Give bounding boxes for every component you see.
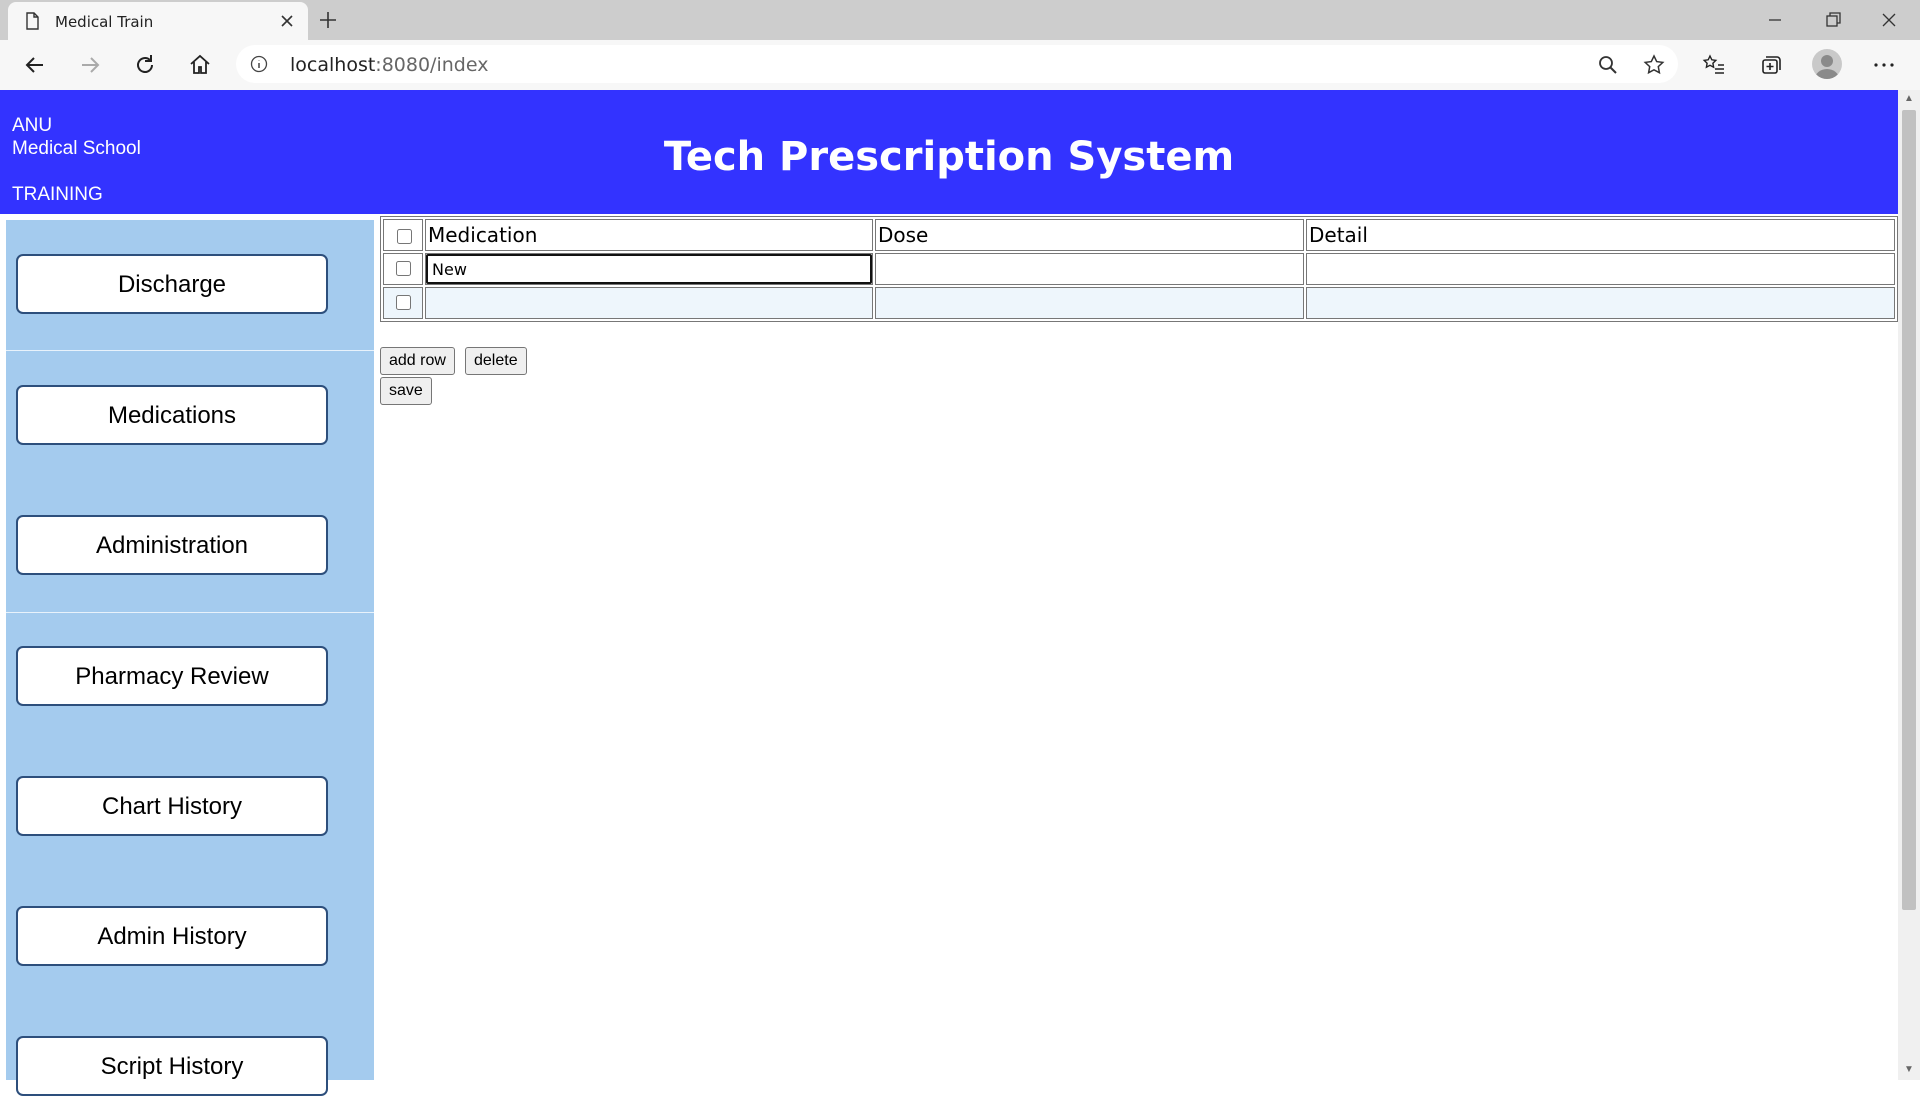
sidebar-item-pharmacy-review[interactable]: Pharmacy Review [16,646,328,706]
scroll-down-icon[interactable]: ▼ [1903,1065,1915,1075]
scroll-up-icon[interactable]: ▲ [1903,94,1915,104]
scrollbar-thumb[interactable] [1902,110,1916,910]
detail-input[interactable] [1307,254,1894,284]
sidebar-item-script-history[interactable]: Script History [16,1036,328,1096]
minimize-icon[interactable] [1760,6,1790,34]
medication-table: Medication Dose Detail [380,216,1898,322]
profile-avatar[interactable] [1812,49,1842,79]
page-scrollbar[interactable]: ▲ ▼ [1898,90,1920,1080]
sidebar: Discharge Medications Administration Pha… [6,220,374,1096]
forward-icon[interactable] [77,52,103,78]
save-button[interactable]: save [380,377,432,405]
dose-input[interactable] [876,288,1303,318]
refresh-icon[interactable] [132,52,158,78]
site-info-icon[interactable] [250,55,268,73]
back-icon[interactable] [22,52,48,78]
sidebar-divider [6,612,374,613]
page-icon [26,12,39,30]
medication-input[interactable] [426,254,872,284]
sidebar-item-admin-history[interactable]: Admin History [16,906,328,966]
dose-input[interactable] [876,254,1303,284]
url-text: localhost:8080/index [290,54,488,76]
close-tab-icon[interactable] [278,12,296,30]
select-all-cell [383,219,423,251]
url-host: localhost [290,54,376,76]
more-options-icon[interactable] [1871,52,1897,78]
dose-cell [875,287,1304,319]
medication-cell [425,253,873,285]
column-header-detail: Detail [1306,219,1895,251]
profile-icon [1815,55,1839,79]
table-row [383,253,1895,285]
medication-cell [425,287,873,319]
sidebar-item-chart-history[interactable]: Chart History [16,776,328,836]
table-row [383,287,1895,319]
tab-title: Medical Train [55,13,154,31]
sidebar-item-medications[interactable]: Medications [16,385,328,445]
zoom-icon[interactable] [1596,53,1620,77]
add-row-button[interactable]: add row [380,347,455,375]
collections-icon[interactable] [1757,52,1783,78]
delete-button[interactable]: delete [465,347,527,375]
browser-tab[interactable]: Medical Train [8,2,308,40]
select-all-checkbox[interactable] [396,229,412,244]
url-path: :8080/index [375,54,489,76]
new-tab-icon[interactable] [316,8,340,32]
favorite-star-icon[interactable] [1642,53,1666,77]
medication-input[interactable] [426,288,872,318]
detail-input[interactable] [1307,288,1894,318]
table-header-row: Medication Dose Detail [383,219,1895,251]
sidebar-item-administration[interactable]: Administration [16,515,328,575]
row-select-cell [383,253,423,285]
row-checkbox[interactable] [395,295,411,311]
browser-toolbar: localhost:8080/index [0,40,1920,91]
row-checkbox[interactable] [395,261,411,277]
detail-cell [1306,253,1895,285]
app-header: ANU Medical School TRAINING Tech Prescri… [0,90,1898,214]
column-header-medication: Medication [425,219,873,251]
training-label: TRAINING [12,184,103,205]
page-content: ANU Medical School TRAINING Tech Prescri… [0,90,1898,1096]
address-bar[interactable]: localhost:8080/index [236,45,1678,83]
close-window-icon[interactable] [1874,6,1904,34]
sidebar-divider [6,350,374,351]
home-icon[interactable] [187,52,213,78]
restore-icon[interactable] [1818,6,1848,34]
detail-cell [1306,287,1895,319]
dose-cell [875,253,1304,285]
sidebar-item-discharge[interactable]: Discharge [16,254,328,314]
column-header-dose: Dose [875,219,1304,251]
row-select-cell [383,287,423,319]
browser-tabbar: Medical Train [0,0,1920,40]
favorites-icon[interactable] [1701,52,1727,78]
page-title: Tech Prescription System [663,134,1235,180]
